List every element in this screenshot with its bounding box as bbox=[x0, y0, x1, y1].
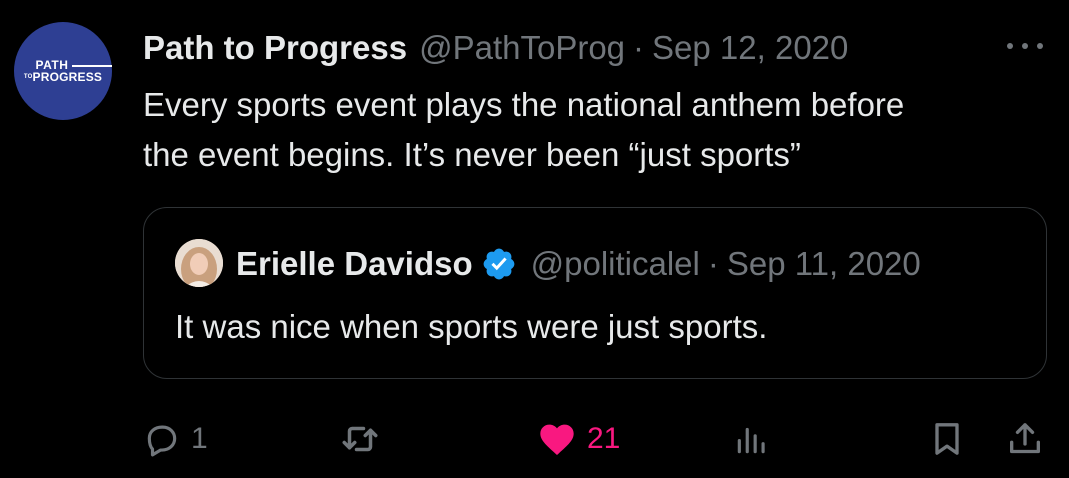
more-horizontal-icon[interactable] bbox=[1007, 34, 1043, 58]
meta-separator: · bbox=[707, 245, 719, 282]
heart-icon bbox=[540, 424, 574, 455]
avatar-logo-line2: TOPROGRESS bbox=[23, 69, 103, 84]
reply-icon bbox=[147, 425, 177, 457]
avatar-logo-to: TO bbox=[23, 73, 33, 80]
author-display-name[interactable]: Path to Progress bbox=[143, 29, 407, 67]
avatar-logo-line1: PATH bbox=[35, 57, 112, 72]
reply-count: 1 bbox=[191, 422, 208, 455]
tweet-header: Path to Progress @PathToProg · Sep 12, 2… bbox=[143, 26, 848, 70]
avatar-logo-progress: PROGRESS bbox=[32, 69, 103, 84]
meta-separator: · bbox=[633, 29, 645, 66]
quoted-handle[interactable]: @politicalel bbox=[531, 245, 700, 283]
verified-badge-icon bbox=[483, 248, 514, 280]
tweet-text-line: Every sports event plays the national an… bbox=[143, 86, 905, 123]
quoted-date[interactable]: Sep 11, 2020 bbox=[727, 245, 921, 283]
more-dot bbox=[1022, 43, 1028, 49]
analytics-icon bbox=[737, 427, 765, 454]
share-icon bbox=[1010, 423, 1040, 454]
bookmark-button[interactable] bbox=[927, 414, 967, 464]
retweet-button[interactable] bbox=[339, 414, 381, 464]
author-avatar[interactable]: PATH TOPROGRESS bbox=[14, 22, 112, 120]
quoted-tweet-text: It was nice when sports were just sports… bbox=[175, 308, 768, 345]
tweet-text-line: the event begins. It’s never been “just … bbox=[143, 136, 801, 173]
bookmark-icon bbox=[935, 423, 959, 455]
quoted-display-name[interactable]: Erielle Davidso bbox=[236, 245, 473, 283]
like-count: 21 bbox=[587, 422, 621, 455]
author-handle[interactable]: @PathToProg bbox=[419, 29, 625, 67]
like-button[interactable]: 21 bbox=[537, 414, 620, 464]
more-dot bbox=[1007, 43, 1013, 49]
views-button[interactable] bbox=[733, 414, 771, 464]
tweet-card[interactable]: PATH TOPROGRESS Path to Progress @PathTo… bbox=[0, 0, 1069, 478]
action-bar: 1 21 bbox=[143, 414, 1053, 464]
avatar-photo-icon bbox=[175, 239, 223, 287]
reply-button[interactable]: 1 bbox=[143, 414, 208, 464]
quoted-author-avatar[interactable] bbox=[175, 239, 223, 287]
tweet-date[interactable]: Sep 12, 2020 bbox=[652, 29, 848, 67]
share-button[interactable] bbox=[1005, 414, 1045, 464]
tweet-text: Every sports event plays the national an… bbox=[143, 80, 1053, 180]
more-dot bbox=[1037, 43, 1043, 49]
retweet-icon bbox=[342, 426, 378, 452]
quoted-tweet-header: Erielle Davidso @politicalel · Sep 11, 2… bbox=[236, 242, 921, 286]
quoted-tweet[interactable]: Erielle Davidso @politicalel · Sep 11, 2… bbox=[143, 207, 1047, 379]
